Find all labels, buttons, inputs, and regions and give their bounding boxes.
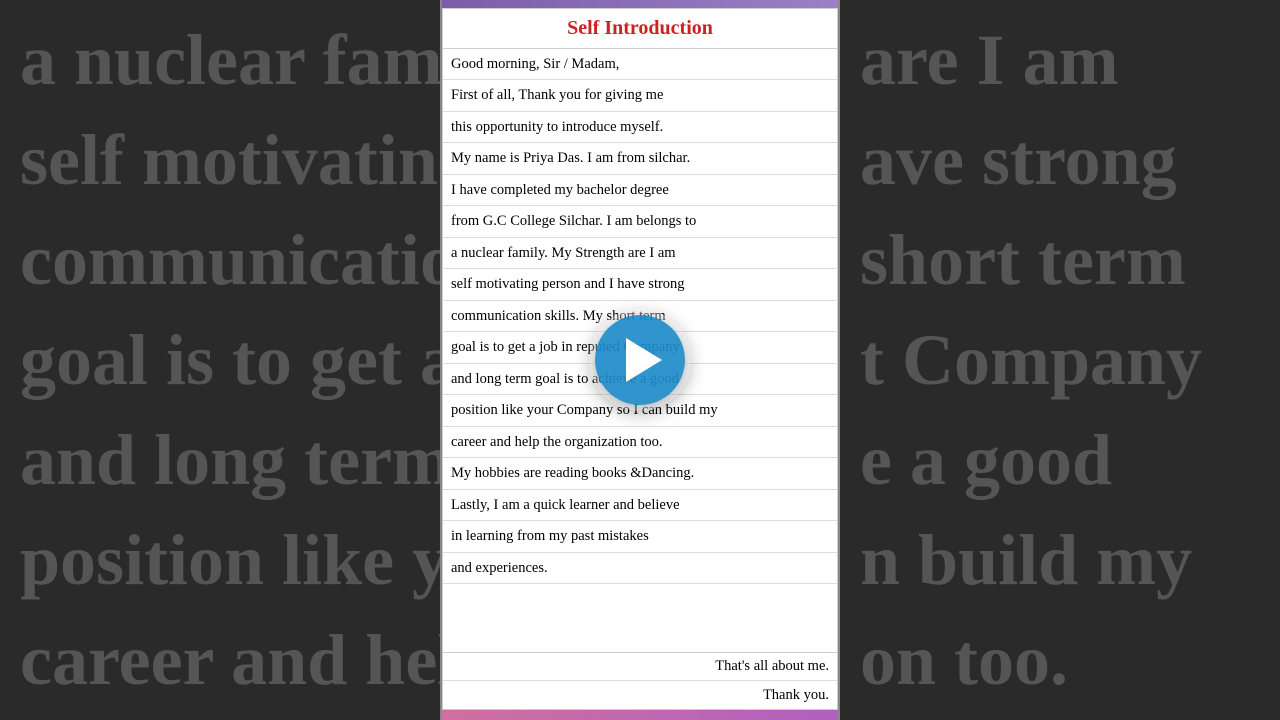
bg-right-1: are I am <box>860 19 1260 102</box>
bottom-bar <box>442 710 838 720</box>
footer-line-2: Thank you. <box>443 681 837 709</box>
bg-left-1: a nuclear famil <box>20 19 460 102</box>
doc-line-4: My name is Priya Das. I am from silchar. <box>443 143 837 174</box>
play-button[interactable] <box>595 315 685 405</box>
doc-line-17: and experiences. <box>443 553 837 584</box>
doc-line-7: a nuclear family. My Strength are I am <box>443 238 837 269</box>
video-panel: Self Introduction Good morning, Sir / Ma… <box>440 0 840 720</box>
bg-left-7: career and help <box>20 619 460 702</box>
bg-right-5: e a good <box>860 419 1260 502</box>
doc-line-6: from G.C College Silchar. I am belongs t… <box>443 206 837 237</box>
bg-left-4: goal is to get a <box>20 319 460 402</box>
doc-line-16: in learning from my past mistakes <box>443 521 837 552</box>
doc-line-15: Lastly, I am a quick learner and believe <box>443 490 837 521</box>
doc-line-3: this opportunity to introduce myself. <box>443 112 837 143</box>
doc-line-5: I have completed my bachelor degree <box>443 175 837 206</box>
bg-left-2: self motivating <box>20 119 460 202</box>
doc-line-1: Good morning, Sir / Madam, <box>443 49 837 80</box>
doc-line-13: career and help the organization too. <box>443 427 837 458</box>
bg-left-5: and long term <box>20 419 460 502</box>
bg-left-3: communication <box>20 219 460 302</box>
bg-right-3: short term <box>860 219 1260 302</box>
play-icon <box>626 338 662 382</box>
document-title: Self Introduction <box>443 9 837 49</box>
top-bar <box>442 0 838 8</box>
bg-left-6: position like yo <box>20 519 460 602</box>
bg-right-2: ave strong <box>860 119 1260 202</box>
doc-line-blank <box>443 584 837 614</box>
doc-line-8: self motivating person and I have strong <box>443 269 837 300</box>
document-footer: That's all about me. Thank you. <box>443 652 837 709</box>
bg-right-7: on too. <box>860 619 1260 702</box>
bg-right-4: t Company <box>860 319 1260 402</box>
doc-line-2: First of all, Thank you for giving me <box>443 80 837 111</box>
doc-line-14: My hobbies are reading books &Dancing. <box>443 458 837 489</box>
bg-right-6: n build my <box>860 519 1260 602</box>
footer-line-1: That's all about me. <box>443 653 837 681</box>
